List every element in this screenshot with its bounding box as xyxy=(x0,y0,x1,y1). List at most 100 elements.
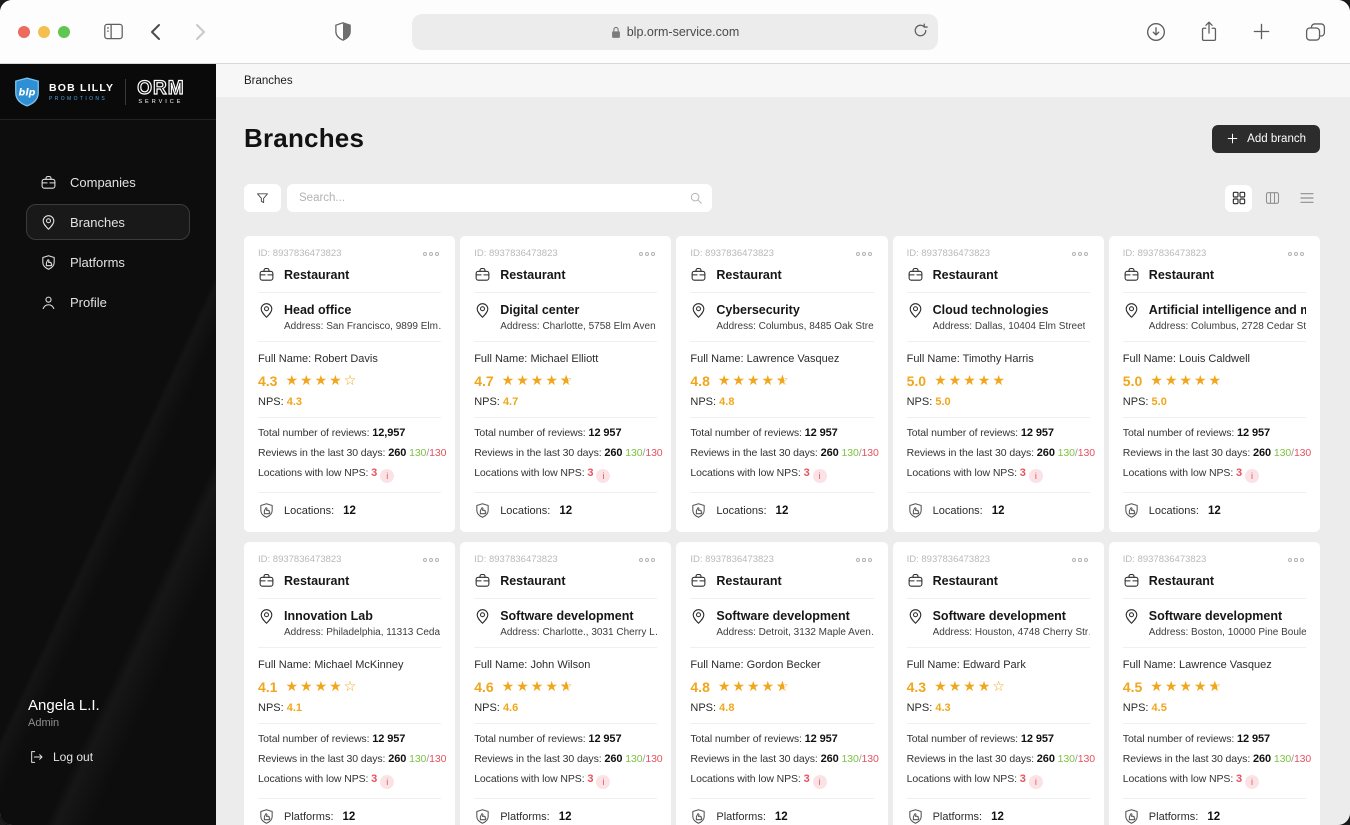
lock-icon xyxy=(611,26,620,38)
footer-value: 12 xyxy=(1207,504,1221,517)
branch-id: ID: 8937836473823 xyxy=(690,248,774,259)
info-icon[interactable]: i xyxy=(380,775,395,789)
card-menu-button[interactable] xyxy=(421,250,441,258)
info-icon[interactable]: i xyxy=(812,469,827,483)
breadcrumb-item[interactable]: Branches xyxy=(244,75,293,87)
location-pin-icon xyxy=(476,303,489,318)
branch-card[interactable]: ID: 8937836473823 Restaurant Software de… xyxy=(1108,542,1320,825)
card-menu-button[interactable] xyxy=(854,250,874,258)
close-window-button[interactable] xyxy=(18,25,30,38)
total-reviews: Total number of reviews: 12 957 xyxy=(474,427,622,439)
branch-id: ID: 8937836473823 xyxy=(258,554,342,565)
card-footer: Platforms: 12 xyxy=(1123,808,1306,825)
locations-low-nps: Locations with low NPS: 3i xyxy=(474,773,657,789)
branch-card[interactable]: ID: 8937836473823 Restaurant Digital cen… xyxy=(460,236,672,532)
list-view-button[interactable] xyxy=(1293,185,1320,212)
nps: NPS: 4.8 xyxy=(690,702,735,714)
minimize-window-button[interactable] xyxy=(38,25,50,38)
tab-overview-icon[interactable] xyxy=(1301,18,1330,46)
location-pin-icon xyxy=(909,609,921,624)
branch-card[interactable]: ID: 8937836473823 Restaurant Head office… xyxy=(244,236,456,532)
shield-thumb-icon xyxy=(42,254,55,270)
info-icon[interactable]: i xyxy=(812,775,827,789)
sidebar-item-companies[interactable]: Companies xyxy=(26,164,190,200)
card-menu-button[interactable] xyxy=(1070,556,1090,564)
location-pin-icon xyxy=(693,609,705,624)
downloads-icon[interactable] xyxy=(1142,18,1170,46)
company-type: Restaurant xyxy=(932,573,998,588)
columns-view-button[interactable] xyxy=(1259,185,1286,212)
back-icon[interactable] xyxy=(145,19,165,45)
branch-name: Innovation Lab xyxy=(284,609,373,623)
nps: NPS: 4.6 xyxy=(474,702,519,714)
content-area: Branches Add branch Search... ID: 893783… xyxy=(216,97,1350,825)
info-icon[interactable]: i xyxy=(1028,775,1043,789)
manager-full-name: Full Name: Michael McKinney xyxy=(258,659,404,671)
shield-thumb-icon xyxy=(908,503,922,518)
card-menu-button[interactable] xyxy=(1286,556,1306,564)
grid-view-button[interactable] xyxy=(1225,184,1252,212)
branch-card[interactable]: ID: 8937836473823 Restaurant Software de… xyxy=(892,542,1104,825)
privacy-shield-icon[interactable] xyxy=(331,18,355,45)
branch-id: ID: 8937836473823 xyxy=(474,248,558,259)
total-reviews: Total number of reviews: 12 957 xyxy=(906,733,1054,745)
footer-label: Locations: xyxy=(716,504,767,517)
zoom-window-button[interactable] xyxy=(58,25,70,38)
card-menu-button[interactable] xyxy=(854,556,874,564)
forward-icon[interactable] xyxy=(191,19,211,45)
search-icon xyxy=(689,191,703,205)
company-type: Restaurant xyxy=(932,267,998,282)
new-tab-icon[interactable] xyxy=(1248,18,1275,45)
card-menu-button[interactable] xyxy=(1070,250,1090,258)
reload-icon[interactable] xyxy=(913,22,928,39)
star-rating-icon: ★★★★☆ xyxy=(934,679,1007,695)
sidebar-toggle-icon[interactable] xyxy=(100,19,127,44)
branch-card[interactable]: ID: 8937836473823 Restaurant Innovation … xyxy=(244,542,456,825)
manager-full-name: Full Name: Michael Elliott xyxy=(474,353,599,365)
search-input[interactable] xyxy=(287,184,712,212)
info-icon[interactable]: i xyxy=(380,469,395,483)
nps: NPS: 5.0 xyxy=(906,396,951,408)
brand-subtitle: PROMOTIONS xyxy=(49,95,108,102)
footer-label: Platforms: xyxy=(716,810,766,823)
total-reviews: Total number of reviews: 12 957 xyxy=(906,427,1054,439)
logout-button[interactable]: Log out xyxy=(28,749,100,765)
card-menu-button[interactable] xyxy=(1286,250,1306,258)
footer-value: 12 xyxy=(991,810,1004,823)
star-rating-icon: ★★★★☆★ xyxy=(1150,679,1224,695)
branch-card[interactable]: ID: 8937836473823 Restaurant Cybersecuri… xyxy=(676,236,888,532)
address-bar[interactable]: blp.orm-service.com xyxy=(412,14,938,50)
info-icon[interactable]: i xyxy=(1245,775,1259,789)
briefcase-icon xyxy=(41,175,56,189)
sidebar-item-profile[interactable]: Profile xyxy=(26,284,190,320)
plus-icon xyxy=(1227,133,1238,144)
rating-value: 4.6 xyxy=(474,679,494,695)
branch-card[interactable]: ID: 8937836473823 Restaurant Software de… xyxy=(676,542,888,825)
branch-card[interactable]: ID: 8937836473823 Restaurant Cloud techn… xyxy=(892,236,1104,532)
branch-card[interactable]: ID: 8937836473823 Restaurant Software de… xyxy=(460,542,672,825)
sidebar-item-branches[interactable]: Branches xyxy=(26,204,190,240)
branch-address: Address: San Francisco, 9899 Elm… xyxy=(284,321,442,332)
branch-card[interactable]: ID: 8937836473823 Restaurant Artificial … xyxy=(1108,236,1320,532)
nps: NPS: 4.3 xyxy=(906,702,951,714)
sidebar-item-platforms[interactable]: Platforms xyxy=(26,244,190,280)
card-menu-button[interactable] xyxy=(637,556,657,564)
filter-button[interactable] xyxy=(244,184,281,212)
card-menu-button[interactable] xyxy=(637,250,657,258)
nps: NPS: 4.1 xyxy=(258,702,303,714)
info-icon[interactable]: i xyxy=(1028,469,1043,483)
info-icon[interactable]: i xyxy=(596,775,611,789)
card-footer: Platforms: 12 xyxy=(690,808,873,825)
reviews-last-30-days: Reviews in the last 30 days: 260 130/130 xyxy=(906,447,1095,459)
location-pin-icon xyxy=(476,609,489,624)
rating-value: 5.0 xyxy=(906,373,927,389)
card-menu-button[interactable] xyxy=(421,556,441,564)
branch-address: Address: Detroit, 3132 Maple Aven… xyxy=(716,627,874,638)
nps: NPS: 4.7 xyxy=(474,396,519,408)
share-icon[interactable] xyxy=(1196,17,1222,46)
info-icon[interactable]: i xyxy=(596,469,611,483)
user-name: Angela L.I. xyxy=(28,697,100,714)
info-icon[interactable]: i xyxy=(1245,469,1259,483)
add-branch-button[interactable]: Add branch xyxy=(1212,124,1320,153)
nps: NPS: 5.0 xyxy=(1122,396,1167,408)
